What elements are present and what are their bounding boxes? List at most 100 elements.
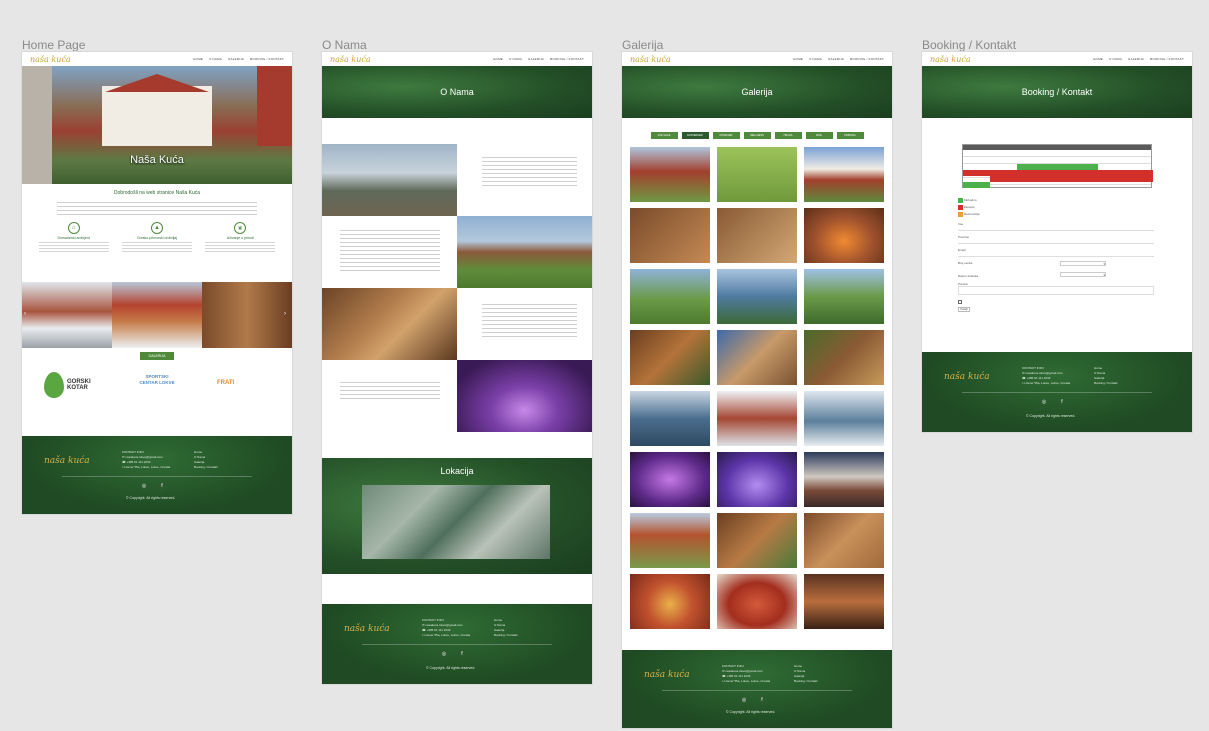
nav-home[interactable]: HOME [1093,57,1103,61]
location-map[interactable] [362,485,550,559]
gallery-photo[interactable] [804,208,884,263]
gallery-photo[interactable] [717,452,797,507]
nav-booking[interactable]: BOOKING / KONTAKT [850,57,884,61]
gallery-photo[interactable] [804,452,884,507]
gallery-photo[interactable] [804,391,884,446]
nav-galerija[interactable]: GALERIJA [228,57,244,61]
carousel-prev-icon[interactable]: ‹ [24,311,26,317]
footer-link-booking[interactable]: Booking / Kontakt [494,633,518,638]
instagram-icon[interactable]: ◎ [440,650,448,658]
nav-home[interactable]: HOME [493,57,503,61]
gallery-photo[interactable] [717,574,797,629]
message-textarea[interactable] [958,286,1154,295]
gallery-photo[interactable] [717,330,797,385]
filter-winter[interactable]: ZIMA [805,132,833,139]
filter-all[interactable]: SVE SLIKE [650,132,678,139]
gallery-photo[interactable] [630,452,710,507]
gallery-photo[interactable] [717,391,797,446]
booking-calendar[interactable] [962,144,1153,188]
partner-1-label: GORSKI KOTAR [67,379,91,391]
gallery-button[interactable]: GALERIJA [140,352,174,360]
house-icon: ⌂ [67,222,80,234]
nav-onama[interactable]: O NAMA [209,57,222,61]
nav-booking[interactable]: BOOKING / KONTAKT [1150,57,1184,61]
filter-nature[interactable]: PRIRODA [836,132,864,139]
gallery-photo[interactable] [717,208,797,263]
footer-links: Home O Nama Galerija Booking / Kontakt [194,450,218,470]
footer-social: ◎ f [1040,398,1066,406]
footer-link-booking[interactable]: Booking / Kontakt [1094,381,1118,386]
calendar-legend: Slobodno Zauzeto Rezervacija [958,197,980,218]
site-logo[interactable]: naša kuća [30,55,71,64]
footer-address: ⌖ Homer 55a, Lokve, Lokve, Croatia [722,679,771,683]
feature-2-title: Gorsko-primorski doživljaj [136,236,178,240]
facebook-icon[interactable]: f [458,650,466,658]
nav-onama[interactable]: O NAMA [1109,57,1122,61]
gallery-photo[interactable] [717,269,797,324]
footer-link-booking[interactable]: Booking / Kontakt [794,679,818,684]
gallery-photo[interactable] [804,574,884,629]
guests-select[interactable]: ▾ [1060,261,1106,266]
site-logo[interactable]: naša kuća [930,55,971,64]
footer-link-booking[interactable]: Booking / Kontakt [194,465,218,470]
submit-button[interactable]: Pošalji [958,307,970,312]
filter-food[interactable]: HRANA [774,132,802,139]
gallery-photo[interactable] [630,391,710,446]
welcome-title: Dobrodošli na web stranice Naša Kuća [113,190,201,196]
legend-booked: Zauzeto [963,205,975,209]
arrival-date-select[interactable]: ▾ [1060,272,1106,277]
footer-divider [662,690,852,691]
partner-gorski-kotar[interactable]: GORSKI KOTAR [44,372,97,398]
nav-galerija[interactable]: GALERIJA [528,57,544,61]
instagram-icon[interactable]: ◎ [1040,398,1048,406]
captcha-checkbox[interactable] [958,300,962,304]
nav-onama[interactable]: O NAMA [509,57,522,61]
gallery-photo[interactable] [804,147,884,202]
instagram-icon[interactable]: ◎ [140,482,148,490]
gallery-photo[interactable] [630,269,710,324]
frame-title-booking: Booking / Kontakt [922,38,1017,52]
gallery-photo[interactable] [804,269,884,324]
last-name-input[interactable] [958,239,1154,244]
footer-copyright: © Copyright. All rights reserved. [126,496,176,500]
gallery-photo[interactable] [630,513,710,568]
partner-lokve[interactable]: SPORTSKI CENTAR LOKVE [137,374,177,386]
carousel-next-icon[interactable]: › [284,311,286,317]
filter-interior[interactable]: INTERIJER [712,132,740,139]
gorski-kotar-logo-icon [44,372,64,398]
facebook-icon[interactable]: f [158,482,166,490]
footer-social: ◎ f [440,650,466,658]
facebook-icon[interactable]: f [758,696,766,704]
nav-galerija[interactable]: GALERIJA [828,57,844,61]
gallery-photo[interactable] [804,330,884,385]
galerija-title: Galerija [741,87,773,97]
nav-onama[interactable]: O NAMA [809,57,822,61]
gallery-photo[interactable] [630,330,710,385]
footer-copyright: © Copyright. All rights reserved. [726,710,776,714]
nav-booking[interactable]: BOOKING / KONTAKT [550,57,584,61]
filter-wellness[interactable]: WELLNESS [743,132,771,139]
feature-1: ⌂ Domaćinski ambijent [38,222,109,252]
home-footer: naša kuća KONTAKT INFO ✉ nasakuca.lokve@… [22,436,292,514]
site-logo[interactable]: naša kuća [330,55,371,64]
partner-frati[interactable]: FRATI [217,380,234,386]
nav-home[interactable]: HOME [793,57,803,61]
gallery-photo[interactable] [630,147,710,202]
galerija-footer: naša kuća KONTAKT INFO ✉ nasakuca.lokve@… [622,650,892,728]
gallery-photo[interactable] [630,574,710,629]
nav-home[interactable]: HOME [193,57,203,61]
site-logo[interactable]: naša kuća [630,55,671,64]
nav-booking[interactable]: BOOKING / KONTAKT [250,57,284,61]
first-name-input[interactable] [958,226,1154,231]
gallery-photo[interactable] [630,208,710,263]
gallery-photo[interactable] [804,513,884,568]
facebook-icon[interactable]: f [1058,398,1066,406]
footer-copyright: © Copyright. All rights reserved. [1026,414,1076,418]
frame-title-onama: O Nama [322,38,367,52]
nav-galerija[interactable]: GALERIJA [1128,57,1144,61]
email-input[interactable] [958,252,1154,257]
gallery-photo[interactable] [717,513,797,568]
gallery-photo[interactable] [717,147,797,202]
instagram-icon[interactable]: ◎ [740,696,748,704]
filter-exterior[interactable]: EKSTERIJER [681,132,709,139]
